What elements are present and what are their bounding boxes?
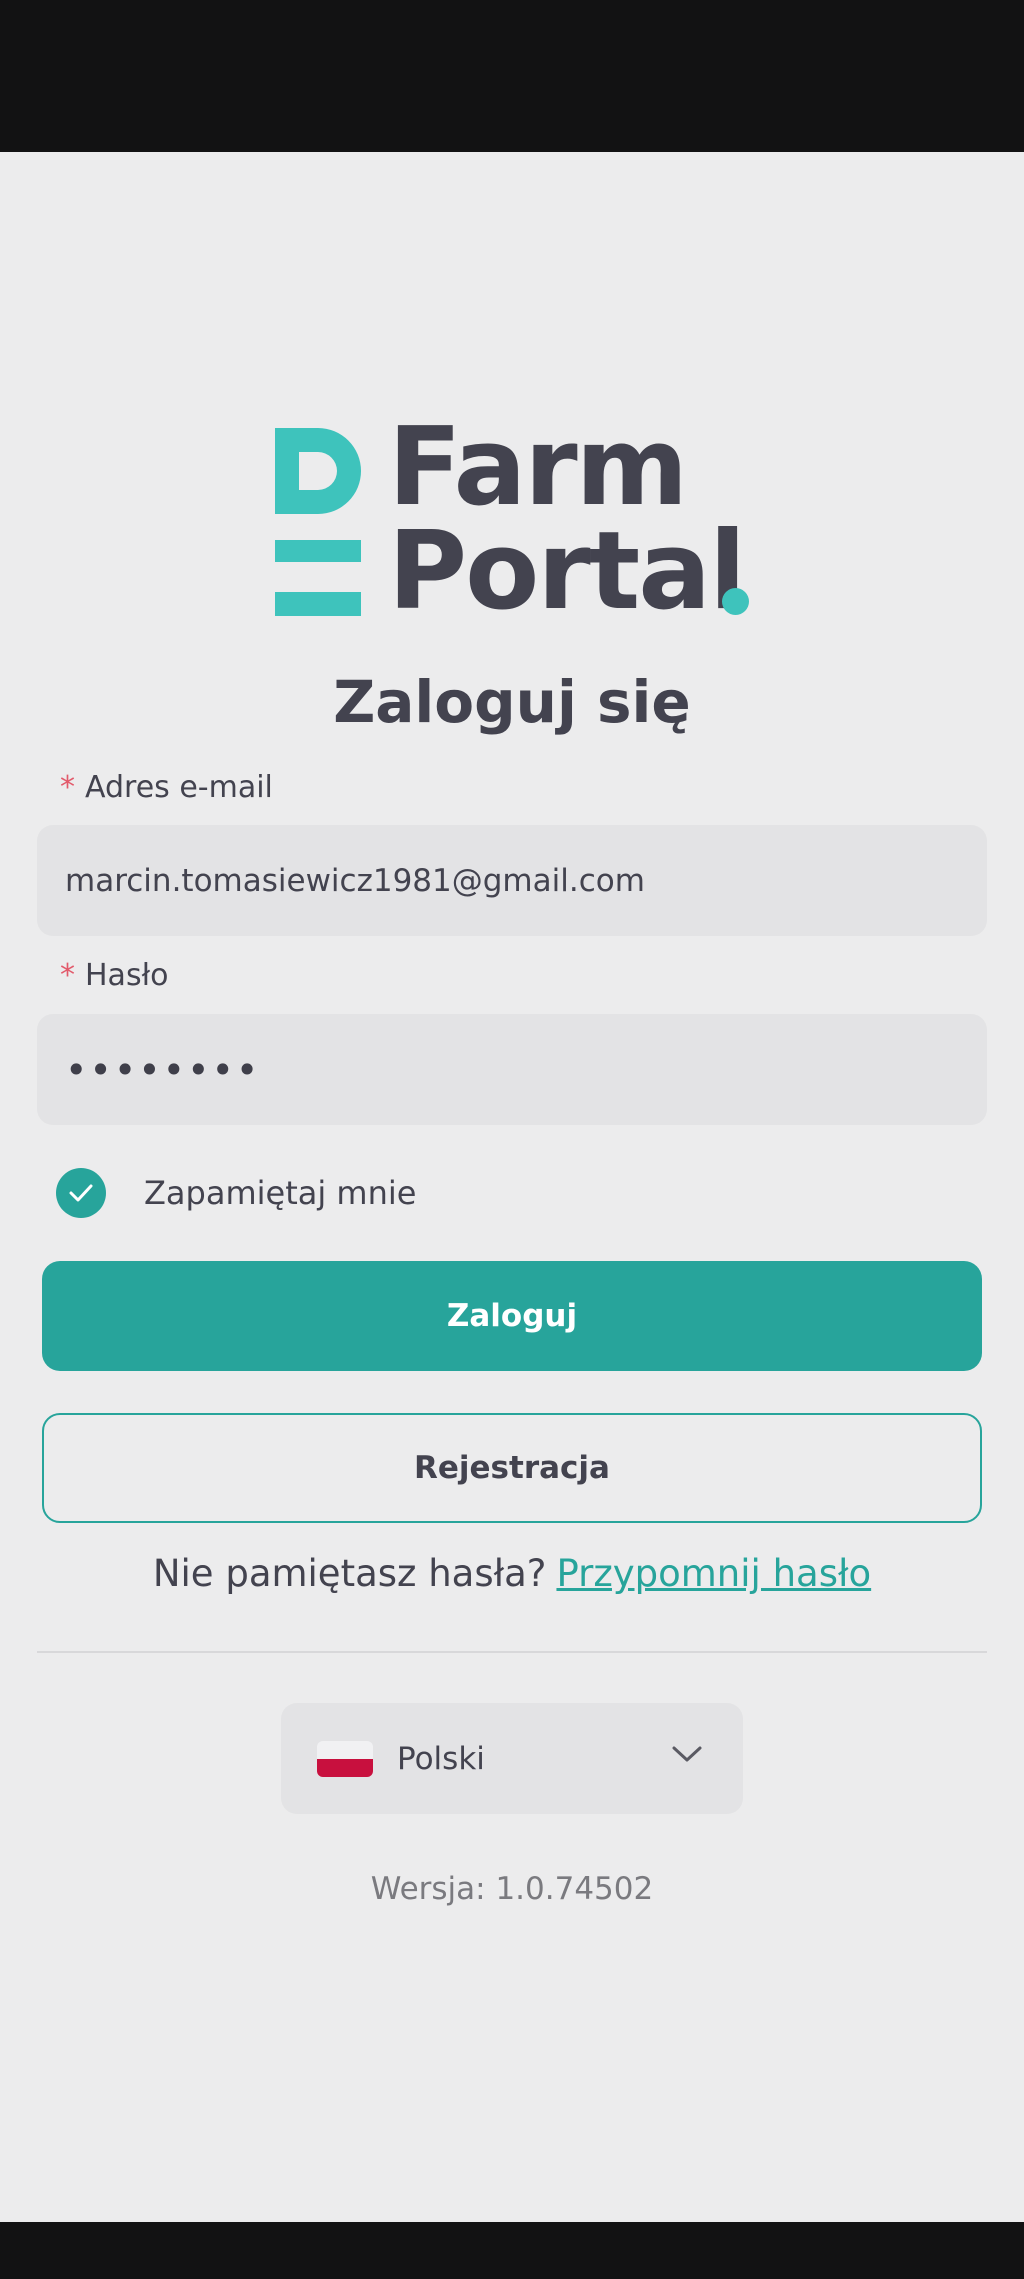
email-field[interactable] [65, 862, 987, 899]
page-title: Zaloguj się [333, 668, 691, 736]
password-mask: •••••••• [65, 1047, 261, 1092]
required-marker: * [60, 770, 75, 805]
password-label: * Hasło [60, 958, 168, 993]
logo-wordmark: Farm Portal [388, 405, 746, 634]
language-selected: Polski [397, 1740, 485, 1777]
logo-dot [722, 588, 749, 615]
password-label-text: Hasło [85, 958, 169, 993]
logo-line-2: Portal [388, 509, 746, 634]
remember-me-checkbox[interactable] [56, 1168, 106, 1218]
logo-line-1: Farm [388, 405, 688, 530]
poland-flag-icon [317, 1740, 373, 1777]
email-label: * Adres e-mail [60, 770, 273, 805]
forgot-password-row: Nie pamiętasz hasła? Przypomnij hasło [0, 1552, 1024, 1595]
check-icon [69, 1184, 93, 1202]
remind-password-link[interactable]: Przypomnij hasło [556, 1552, 871, 1595]
language-select[interactable]: Polski [281, 1703, 743, 1814]
email-label-text: Adres e-mail [85, 770, 273, 805]
remember-me-toggle[interactable]: Zapamiętaj mnie [56, 1167, 416, 1219]
forgot-password-prompt: Nie pamiętasz hasła? [152, 1552, 547, 1595]
chevron-down-icon [672, 1746, 702, 1762]
email-field-container[interactable] [37, 825, 987, 936]
app-version: Wersja: 1.0.74502 [370, 1871, 654, 1907]
farm-portal-logo: Farm Portal [273, 414, 753, 626]
navigation-bar [0, 2222, 1024, 2279]
remember-me-label: Zapamiętaj mnie [144, 1174, 417, 1212]
password-field[interactable]: •••••••• [37, 1014, 987, 1125]
login-button[interactable]: Zaloguj [42, 1261, 982, 1371]
farm-portal-logo-mark-icon [275, 428, 361, 616]
required-marker: * [60, 958, 75, 993]
divider [37, 1651, 987, 1653]
register-button[interactable]: Rejestracja [42, 1413, 982, 1523]
status-bar [0, 0, 1024, 152]
